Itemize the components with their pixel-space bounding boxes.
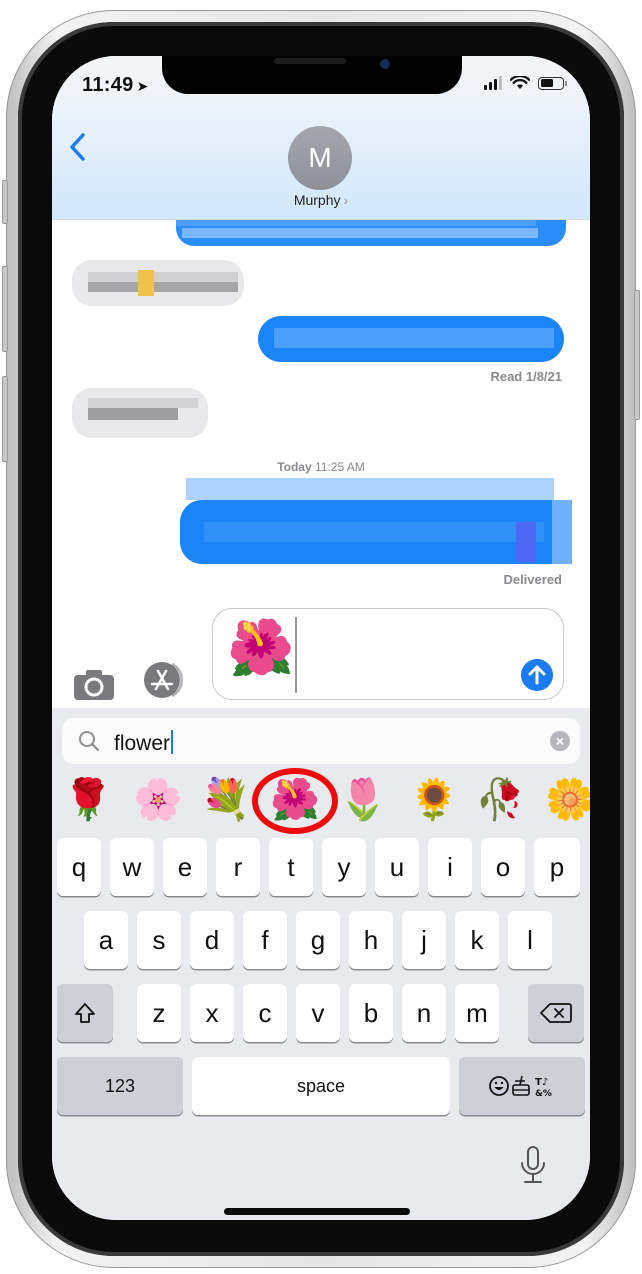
status-time: 11:49 ➤ <box>82 74 149 97</box>
emoji-search-field[interactable]: flower × <box>62 718 580 764</box>
text-caret <box>295 617 297 693</box>
key-z[interactable]: z <box>137 984 181 1042</box>
camera-icon <box>74 670 114 700</box>
delivered-receipt: Delivered <box>503 572 562 587</box>
avatar-initial: M <box>308 142 332 173</box>
battery-icon <box>538 76 567 90</box>
backspace-icon <box>540 1003 572 1023</box>
emoji-hibiscus[interactable]: 🌺 <box>267 774 323 826</box>
key-u[interactable]: u <box>375 838 419 896</box>
key-l[interactable]: l <box>508 911 552 969</box>
emoji-categories-icon: T♪ &% <box>489 1075 552 1099</box>
key-y[interactable]: y <box>322 838 366 896</box>
notch <box>162 56 462 94</box>
key-j[interactable]: j <box>402 911 446 969</box>
emoji-keyboard-key[interactable]: T♪ &% <box>459 1057 585 1115</box>
status-indicators <box>484 76 567 90</box>
message-bubble-sent[interactable] <box>180 500 572 564</box>
message-bubble-sent[interactable] <box>258 316 564 362</box>
emoji-bouquet[interactable]: 💐 <box>198 774 254 826</box>
key-d[interactable]: d <box>190 911 234 969</box>
keyboard: flower × 🌹 🌸 💐 🌺 🌷 🌻 🥀 🌼 q w e r t y u i… <box>52 708 590 1220</box>
key-h[interactable]: h <box>349 911 393 969</box>
shift-key[interactable] <box>57 984 113 1042</box>
location-arrow-icon: ➤ <box>136 78 149 94</box>
key-m[interactable]: m <box>455 984 499 1042</box>
key-r[interactable]: r <box>216 838 260 896</box>
magnifier-icon <box>79 731 100 752</box>
key-q[interactable]: q <box>57 838 101 896</box>
back-button[interactable] <box>68 132 86 168</box>
message-bubble-received[interactable] <box>72 388 208 438</box>
key-g[interactable]: g <box>296 911 340 969</box>
camera-button[interactable] <box>74 670 114 700</box>
wifi-icon <box>510 76 530 89</box>
key-e[interactable]: e <box>163 838 207 896</box>
message-list[interactable]: Read 1/8/21 Today 11:25 AM Delivered <box>52 206 590 600</box>
svg-text:&%: &% <box>535 1089 552 1099</box>
key-n[interactable]: n <box>402 984 446 1042</box>
emoji-rose[interactable]: 🌹 <box>60 774 116 826</box>
home-indicator[interactable] <box>224 1208 410 1215</box>
search-caret <box>171 730 174 754</box>
message-bubble-received[interactable] <box>72 260 244 306</box>
key-v[interactable]: v <box>296 984 340 1042</box>
message-input[interactable]: 🌺 <box>212 608 564 700</box>
emoji-tulip[interactable]: 🌷 <box>335 774 391 826</box>
emoji-wilted-flower[interactable]: 🥀 <box>472 774 528 826</box>
contact-name-button[interactable]: Murphy › <box>52 192 590 208</box>
key-i[interactable]: i <box>428 838 472 896</box>
app-store-icon <box>144 662 183 698</box>
emoji-blossom[interactable]: 🌼 <box>542 774 590 826</box>
key-t[interactable]: t <box>269 838 313 896</box>
key-s[interactable]: s <box>137 911 181 969</box>
screen: 11:49 ➤ M Murphy › Read 1/8/21 Today 11:… <box>52 56 590 1220</box>
emoji-search-query[interactable]: flower <box>114 730 174 756</box>
pixelated-overlay <box>186 478 554 500</box>
clear-x-icon[interactable]: × <box>550 731 570 751</box>
clock: 11:49 <box>82 74 134 96</box>
key-k[interactable]: k <box>455 911 499 969</box>
conversation-timestamp: Today 11:25 AM <box>277 460 365 474</box>
speaker-grille <box>274 58 346 64</box>
chevron-left-icon <box>70 133 85 161</box>
key-a[interactable]: a <box>84 911 128 969</box>
input-hibiscus-emoji: 🌺 <box>227 618 295 678</box>
send-button[interactable] <box>521 659 553 691</box>
front-camera <box>380 59 390 69</box>
power-button <box>634 290 640 420</box>
numbers-key[interactable]: 123 <box>57 1057 183 1115</box>
key-w[interactable]: w <box>110 838 154 896</box>
emoji-cherry-blossom[interactable]: 🌸 <box>130 774 186 826</box>
emoji-results: 🌹 🌸 💐 🌺 🌷 🌻 🥀 🌼 <box>52 770 590 830</box>
key-f[interactable]: f <box>243 911 287 969</box>
arrow-up-icon <box>528 665 546 685</box>
emoji-sunflower[interactable]: 🌻 <box>406 774 462 826</box>
dictation-button[interactable] <box>520 1146 546 1189</box>
volume-up-button <box>2 266 8 352</box>
read-receipt: Read 1/8/21 <box>490 369 562 384</box>
volume-down-button <box>2 376 8 462</box>
key-c[interactable]: c <box>243 984 287 1042</box>
contact-name: Murphy <box>293 192 341 208</box>
signal-icon <box>484 76 502 90</box>
key-b[interactable]: b <box>349 984 393 1042</box>
key-p[interactable]: p <box>534 838 580 896</box>
shift-arrow-icon <box>75 1003 95 1023</box>
app-store-button[interactable] <box>142 660 186 700</box>
delete-key[interactable] <box>528 984 584 1042</box>
chevron-right-icon: › <box>343 192 349 208</box>
key-o[interactable]: o <box>481 838 525 896</box>
key-x[interactable]: x <box>190 984 234 1042</box>
microphone-icon <box>521 1146 545 1183</box>
contact-avatar[interactable]: M <box>288 126 352 190</box>
silent-switch <box>2 180 8 224</box>
space-key[interactable]: space <box>192 1057 450 1115</box>
svg-text:T♪: T♪ <box>535 1077 548 1088</box>
